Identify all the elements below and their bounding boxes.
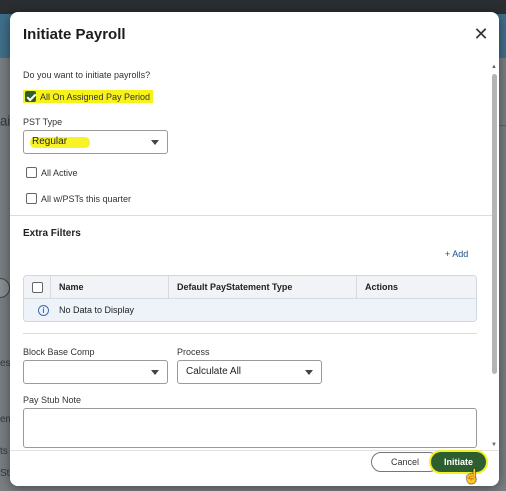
bg-divider xyxy=(0,125,10,126)
empty-message: No Data to Display xyxy=(59,305,135,315)
section-divider xyxy=(10,215,492,216)
extra-filters-title: Extra Filters xyxy=(23,228,81,239)
checkbox-label: All w/PSTs this quarter xyxy=(41,193,132,204)
checkbox-unchecked-icon[interactable] xyxy=(26,167,37,178)
select-all-cell[interactable] xyxy=(24,276,51,298)
block-base-comp-select[interactable] xyxy=(23,360,168,384)
column-header-default-paystatement-type[interactable]: Default PayStatement Type xyxy=(169,276,357,298)
dialog-footer: Cancel Initiate xyxy=(10,450,499,486)
pay-stub-note-label: Pay Stub Note xyxy=(23,395,82,405)
extra-filters-table: Name Default PayStatement Type Actions i… xyxy=(23,275,477,322)
section-divider xyxy=(23,333,477,334)
empty-row: i No Data to Display xyxy=(24,299,476,321)
initiate-question: Do you want to initiate payrolls? xyxy=(23,70,151,80)
pst-type-select[interactable]: Regular xyxy=(23,130,168,154)
select-all-checkbox[interactable] xyxy=(32,281,43,293)
checkbox-unchecked-icon[interactable] xyxy=(26,193,37,204)
pointer-cursor-icon: ☝ xyxy=(463,468,481,484)
initiate-payroll-dialog: Initiate Payroll ✕ Do you want to initia… xyxy=(10,12,499,486)
process-select[interactable]: Calculate All xyxy=(177,360,322,384)
dialog-title: Initiate Payroll xyxy=(23,26,126,43)
pst-type-value: Regular xyxy=(32,136,68,147)
pst-type-label: PST Type xyxy=(23,117,63,127)
scroll-down-icon[interactable]: ▼ xyxy=(491,442,497,448)
all-active-checkbox[interactable]: All Active xyxy=(26,167,78,178)
scrollbar-thumb[interactable] xyxy=(492,74,497,374)
add-filter-button[interactable]: + Add xyxy=(445,249,468,259)
bg-partial-text: es xyxy=(0,358,11,369)
all-on-assigned-pay-period-checkbox[interactable]: All On Assigned Pay Period xyxy=(23,90,154,103)
process-value: Calculate All xyxy=(186,366,242,377)
checkbox-checked-icon[interactable] xyxy=(25,91,36,102)
process-label: Process xyxy=(177,347,210,357)
scroll-up-icon[interactable]: ▲ xyxy=(491,64,497,70)
checkbox-label: All On Assigned Pay Period xyxy=(40,91,151,102)
pay-stub-note-textarea[interactable] xyxy=(23,408,477,448)
cancel-button[interactable]: Cancel xyxy=(371,452,439,472)
table-header: Name Default PayStatement Type Actions xyxy=(24,276,476,299)
bg-divider xyxy=(499,125,506,126)
dialog-scrollbar[interactable]: ▲ ▼ xyxy=(491,64,497,448)
chevron-down-icon xyxy=(151,370,159,375)
chevron-down-icon xyxy=(151,140,159,145)
checkbox-label: All Active xyxy=(41,167,78,178)
column-header-name[interactable]: Name xyxy=(51,276,169,298)
bg-partial-text: St xyxy=(0,468,10,479)
column-header-actions: Actions xyxy=(365,282,399,292)
chevron-down-icon xyxy=(305,370,313,375)
block-base-comp-label: Block Base Comp xyxy=(23,347,95,357)
dialog-body[interactable]: Do you want to initiate payrolls? All On… xyxy=(10,62,499,450)
all-with-psts-checkbox[interactable]: All w/PSTs this quarter xyxy=(26,193,131,204)
close-icon[interactable]: ✕ xyxy=(471,24,491,44)
info-icon: i xyxy=(38,304,49,316)
bg-partial-text: ts xyxy=(0,446,8,457)
